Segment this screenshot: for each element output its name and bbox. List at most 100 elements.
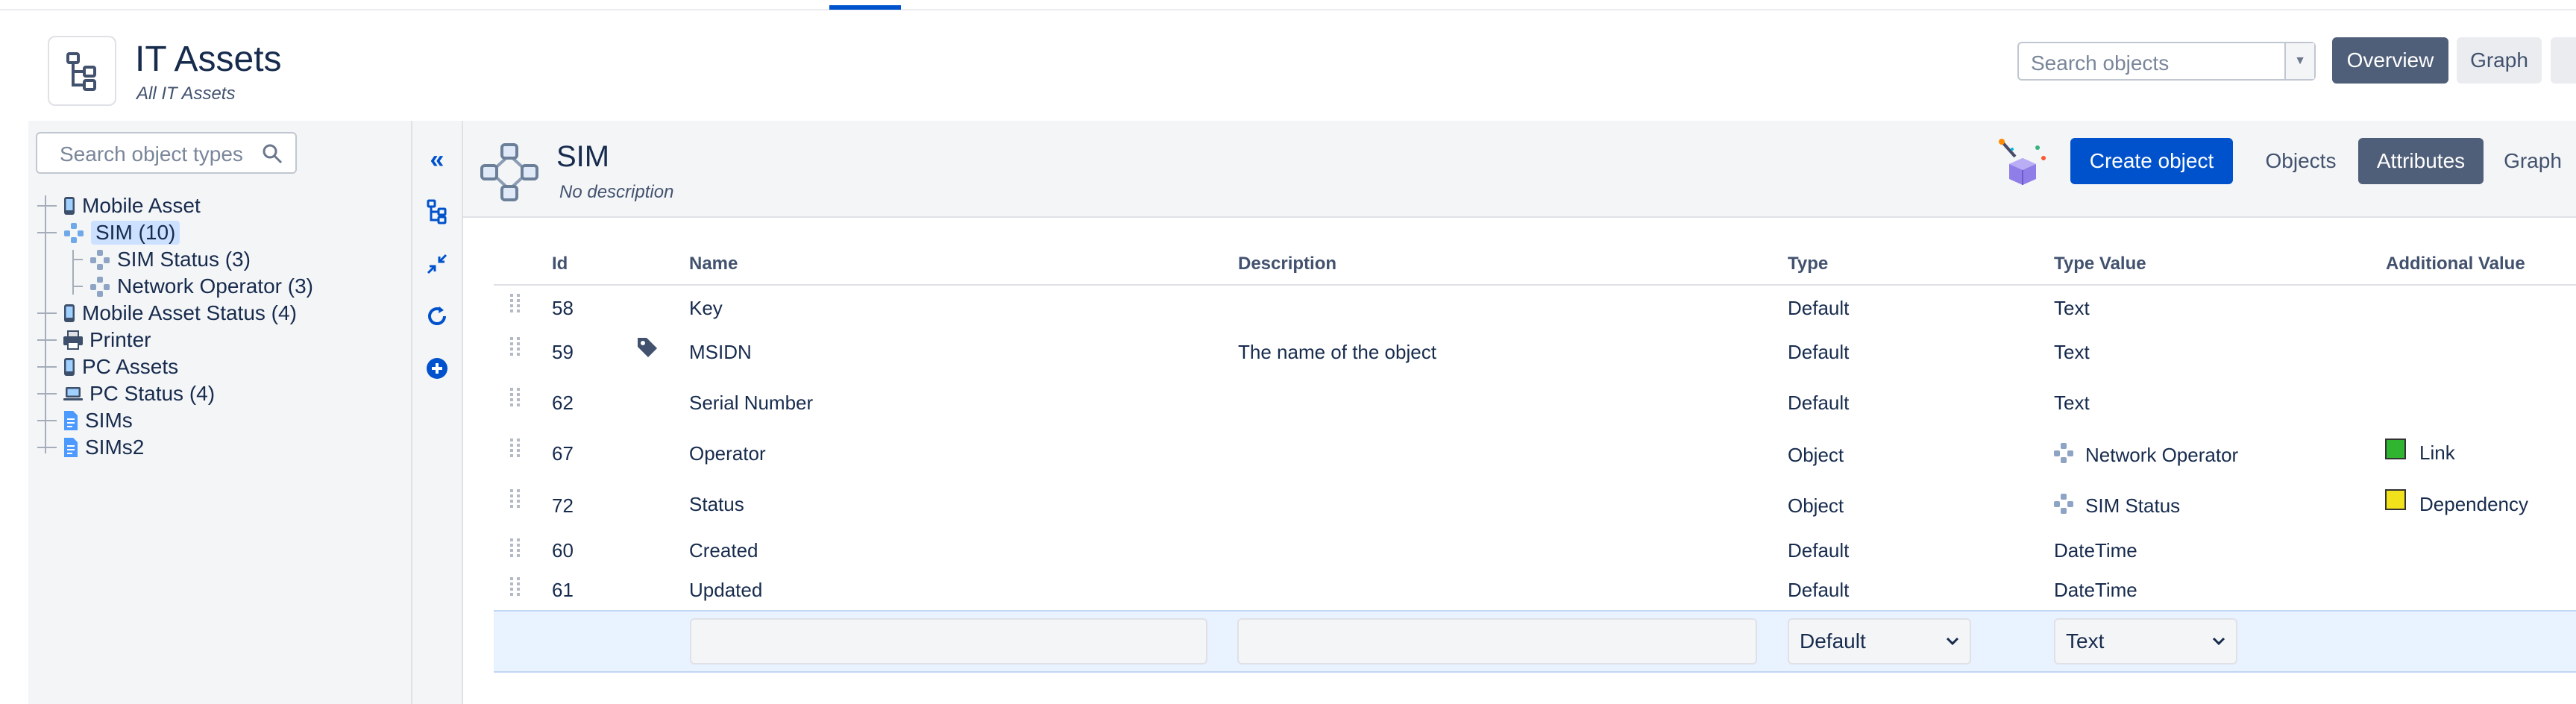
- sidebar-item-network-operator[interactable]: Network Operator (3): [72, 274, 313, 298]
- row-type-value: Text: [2054, 392, 2090, 414]
- top-divider: [0, 9, 2576, 10]
- network-icon: [2052, 441, 2075, 468]
- sidebar-item-pc-assets[interactable]: PC Assets: [37, 355, 178, 379]
- phone-icon: [64, 197, 75, 215]
- row-id: 60: [552, 539, 574, 562]
- drag-handle[interactable]: [510, 538, 521, 557]
- column-header-id: Id: [552, 254, 568, 274]
- table-row[interactable]: [494, 531, 2576, 568]
- row-name[interactable]: Key: [689, 297, 723, 320]
- printer-icon: [63, 330, 83, 350]
- drag-handle[interactable]: [510, 337, 521, 356]
- table-row[interactable]: [494, 288, 2576, 327]
- row-type-value: DateTime: [2054, 579, 2137, 601]
- collapse-all-icon[interactable]: [424, 251, 450, 277]
- search-object-types-placeholder: Search object types: [60, 142, 243, 166]
- row-name[interactable]: MSIDN: [689, 341, 752, 364]
- row-type: Object: [1788, 444, 1844, 466]
- graph-tab-button[interactable]: Graph: [2491, 138, 2575, 184]
- row-type: Default: [1788, 579, 1850, 601]
- row-name[interactable]: Updated: [689, 579, 762, 602]
- network-icon: [477, 142, 541, 207]
- drag-handle[interactable]: [510, 489, 521, 508]
- new-attribute-name-input[interactable]: [690, 618, 1207, 664]
- network-icon: [2052, 492, 2075, 518]
- header-divider: [494, 284, 2576, 286]
- row-type-value[interactable]: SIM Status: [2085, 494, 2180, 518]
- table-row[interactable]: [494, 570, 2576, 609]
- sidebar-item-label: PC Assets: [82, 355, 179, 378]
- row-name[interactable]: Created: [689, 539, 758, 562]
- drag-handle[interactable]: [510, 577, 521, 596]
- overview-button[interactable]: Overview: [2332, 37, 2448, 84]
- phone-icon: [64, 358, 75, 376]
- chevron-down-icon[interactable]: ▼: [2284, 43, 2314, 79]
- type-value-select-value: Text: [2066, 629, 2105, 653]
- objects-tab-button[interactable]: Objects: [2251, 138, 2351, 184]
- row-id: 59: [552, 341, 574, 363]
- type-select-value: Default: [1800, 629, 1866, 653]
- row-id: 58: [552, 297, 574, 319]
- new-attribute-type-select[interactable]: Default: [1788, 618, 1971, 664]
- tree-connector: [37, 339, 57, 341]
- hierarchy-view-icon[interactable]: [424, 198, 450, 225]
- magic-object-icon[interactable]: [1996, 139, 2049, 192]
- active-tab-indicator: [829, 5, 901, 10]
- sidebar-item-label: Printer: [89, 328, 151, 351]
- tree-connector: [37, 447, 57, 448]
- attributes-tab-button[interactable]: Attributes: [2358, 138, 2484, 184]
- create-object-button[interactable]: Create object: [2070, 138, 2233, 184]
- row-name[interactable]: Status: [689, 493, 744, 516]
- row-name[interactable]: Serial Number: [689, 392, 813, 415]
- sidebar-item-label: Mobile Asset Status (4): [82, 301, 297, 324]
- search-icon: [261, 142, 283, 169]
- column-header-name: Name: [689, 254, 738, 274]
- collapse-sidebar-icon[interactable]: «: [424, 145, 450, 174]
- search-object-types-input[interactable]: Search object types: [36, 132, 297, 174]
- sidebar-item-sim-status[interactable]: SIM Status (3): [72, 248, 251, 271]
- drag-handle[interactable]: [510, 388, 521, 406]
- add-object-type-icon[interactable]: [424, 355, 450, 382]
- row-type-value[interactable]: Network Operator: [2085, 444, 2238, 467]
- row-additional-value: Link: [2419, 441, 2455, 464]
- tree-connector: [72, 286, 83, 287]
- tree-connector: [37, 420, 57, 421]
- sidebar-item-label: SIM (10): [91, 221, 180, 245]
- table-row[interactable]: [494, 328, 2576, 374]
- sidebar-item-mobile-asset-status[interactable]: Mobile Asset Status (4): [37, 301, 297, 325]
- table-row[interactable]: [494, 479, 2576, 528]
- sidebar-item-sims2[interactable]: SIMs2: [37, 436, 144, 459]
- more-button[interactable]: [2551, 37, 2576, 84]
- label-tag-icon: [635, 336, 659, 363]
- page-subtitle[interactable]: All IT Assets: [136, 84, 235, 104]
- sidebar-item-sims[interactable]: SIMs: [37, 409, 133, 433]
- drag-handle[interactable]: [510, 439, 521, 457]
- sidebar-item-label: Network Operator (3): [117, 274, 313, 298]
- row-type: Default: [1788, 392, 1850, 414]
- sidebar-item-sim[interactable]: SIM (10): [37, 221, 180, 245]
- network-icon: [90, 277, 110, 297]
- sidebar-item-pc-status[interactable]: PC Status (4): [37, 382, 215, 406]
- document-icon: [64, 411, 78, 430]
- sidebar-item-mobile-asset[interactable]: Mobile Asset: [37, 194, 201, 218]
- new-attribute-type-value-select[interactable]: Text: [2054, 618, 2237, 664]
- new-attribute-description-input[interactable]: [1237, 618, 1757, 664]
- row-type: Object: [1788, 494, 1844, 517]
- graph-button[interactable]: Graph: [2457, 37, 2542, 84]
- sidebar-item-label: Mobile Asset: [82, 194, 201, 217]
- column-header-type-value: Type Value: [2054, 254, 2146, 274]
- row-type-value: Text: [2054, 341, 2090, 363]
- network-icon: [90, 250, 110, 270]
- link-color-swatch: [2385, 439, 2406, 459]
- tree-connector: [37, 232, 57, 233]
- sidebar-item-printer[interactable]: Printer: [37, 328, 151, 352]
- row-name[interactable]: Operator: [689, 442, 766, 465]
- tree-connector: [37, 312, 57, 314]
- search-objects-placeholder: Search objects: [2031, 51, 2170, 75]
- search-objects-input[interactable]: Search objects ▼: [2017, 42, 2316, 81]
- drag-handle[interactable]: [510, 294, 521, 312]
- network-icon: [64, 223, 84, 243]
- table-row[interactable]: [494, 428, 2576, 477]
- refresh-icon[interactable]: [424, 303, 450, 330]
- row-type: Default: [1788, 341, 1850, 363]
